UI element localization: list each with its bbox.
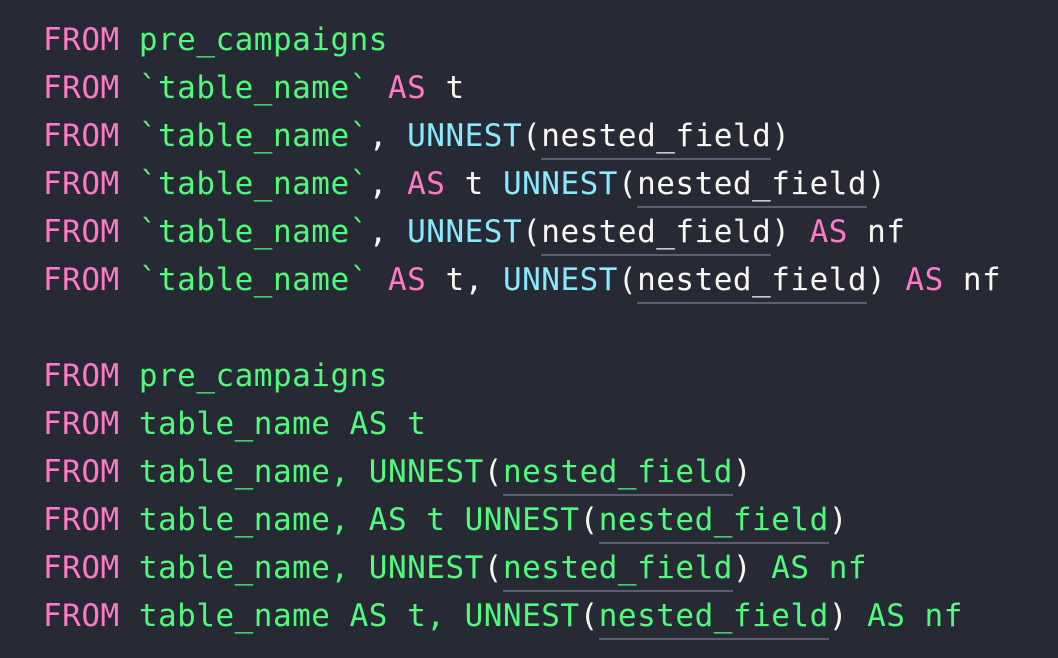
punctuation-token: nested_field xyxy=(541,118,772,160)
keyword-token: AS xyxy=(387,70,427,106)
punctuation-token: ( xyxy=(522,214,542,250)
punctuation-token xyxy=(120,118,139,154)
code-line: FROM pre_campaigns xyxy=(43,16,1058,64)
identifier-token: table_name AS t xyxy=(138,406,427,442)
keyword-token: FROM xyxy=(43,358,120,394)
code-line: FROM pre_campaigns xyxy=(43,352,1058,400)
keyword-token: FROM xyxy=(43,406,120,442)
keyword-token: AS xyxy=(905,262,944,298)
punctuation-token: ( xyxy=(522,118,542,154)
punctuation-token: ( xyxy=(579,502,599,538)
identifier-token: `table_name` xyxy=(138,118,369,154)
identifier-token: nested_field xyxy=(598,598,829,640)
identifier-token: `table_name` xyxy=(138,214,369,250)
keyword-token: FROM xyxy=(43,214,120,250)
punctuation-token: t, xyxy=(426,262,503,298)
function-token: UNNEST xyxy=(407,214,523,250)
punctuation-token: ) xyxy=(732,454,753,490)
punctuation-token: ) xyxy=(828,598,868,634)
punctuation-token: ( xyxy=(483,550,503,586)
code-line: FROM table_name, UNNEST(nested_field) AS… xyxy=(43,544,1058,592)
identifier-token: pre_campaigns xyxy=(138,358,388,394)
keyword-token: FROM xyxy=(43,454,120,490)
identifier-token: AS nf xyxy=(867,598,963,634)
punctuation-token: ( xyxy=(579,598,599,634)
punctuation-token xyxy=(120,406,139,442)
punctuation-token: nested_field xyxy=(637,262,868,304)
identifier-token: AS nf xyxy=(771,550,868,586)
keyword-token: FROM xyxy=(43,550,120,586)
punctuation-token: nf xyxy=(943,262,1002,298)
punctuation-token xyxy=(120,70,139,106)
code-line: FROM `table_name`, UNNEST(nested_field) xyxy=(43,112,1058,160)
code-line: FROM table_name AS t, UNNEST(nested_fiel… xyxy=(43,592,1058,640)
punctuation-token: t xyxy=(426,70,465,106)
punctuation-token: ) xyxy=(771,214,810,250)
identifier-token: table_name, UNNEST xyxy=(138,454,484,490)
punctuation-token: ( xyxy=(483,454,503,490)
identifier-token: nested_field xyxy=(502,550,733,592)
punctuation-token: ) xyxy=(867,262,906,298)
punctuation-token: , xyxy=(368,118,408,154)
keyword-token: AS xyxy=(809,214,848,250)
punctuation-token: ) xyxy=(732,550,772,586)
identifier-token: table_name, AS t UNNEST xyxy=(138,502,580,538)
keyword-token: AS xyxy=(387,262,427,298)
keyword-token: FROM xyxy=(43,22,120,58)
punctuation-token xyxy=(120,214,139,250)
punctuation-token xyxy=(120,598,139,634)
code-line: FROM `table_name`, AS t UNNEST(nested_fi… xyxy=(43,160,1058,208)
punctuation-token: t xyxy=(445,166,503,202)
code-line: FROM table_name AS t xyxy=(43,400,1058,448)
punctuation-token: nested_field xyxy=(541,214,772,256)
keyword-token: FROM xyxy=(43,598,120,634)
identifier-token: nested_field xyxy=(502,454,733,496)
punctuation-token: , xyxy=(368,214,408,250)
identifier-token: `table_name` xyxy=(138,166,369,202)
keyword-token: FROM xyxy=(43,166,120,202)
keyword-token: FROM xyxy=(43,502,120,538)
punctuation-token xyxy=(120,262,139,298)
keyword-token: FROM xyxy=(43,118,120,154)
code-line: FROM `table_name` AS t xyxy=(43,64,1058,112)
punctuation-token xyxy=(120,22,139,58)
code-line: FROM `table_name`, UNNEST(nested_field) … xyxy=(43,208,1058,256)
punctuation-token: nested_field xyxy=(637,166,868,208)
punctuation-token: ) xyxy=(828,502,848,538)
identifier-token: nested_field xyxy=(598,502,829,544)
code-line: FROM table_name, UNNEST(nested_field) xyxy=(43,448,1058,496)
punctuation-token: nf xyxy=(847,214,906,250)
identifier-token: pre_campaigns xyxy=(138,22,388,58)
identifier-token: table_name, UNNEST xyxy=(138,550,484,586)
identifier-token: `table_name` xyxy=(138,70,369,106)
punctuation-token xyxy=(369,70,388,106)
function-token: UNNEST xyxy=(407,118,523,154)
punctuation-token xyxy=(120,550,139,586)
punctuation-token xyxy=(120,502,139,538)
keyword-token: FROM xyxy=(43,262,120,298)
keyword-token: AS xyxy=(407,166,446,202)
code-line: FROM `table_name` AS t, UNNEST(nested_fi… xyxy=(43,256,1058,304)
punctuation-token: ( xyxy=(617,166,638,202)
code-editor[interactable]: FROM pre_campaigns FROM `table_name` AS t… xyxy=(43,16,1058,640)
punctuation-token xyxy=(120,358,139,394)
punctuation-token: ) xyxy=(771,118,791,154)
keyword-token: FROM xyxy=(43,70,120,106)
code-line: FROM table_name, AS t UNNEST(nested_fiel… xyxy=(43,496,1058,544)
punctuation-token xyxy=(120,166,139,202)
punctuation-token xyxy=(120,454,139,490)
punctuation-token: , xyxy=(368,166,408,202)
function-token: UNNEST xyxy=(502,166,618,202)
identifier-token: `table_name` xyxy=(138,262,369,298)
punctuation-token xyxy=(369,262,388,298)
function-token: UNNEST xyxy=(502,262,618,298)
punctuation-token: ( xyxy=(617,262,638,298)
punctuation-token: ) xyxy=(867,166,887,202)
identifier-token: table_name AS t, UNNEST xyxy=(138,598,580,634)
